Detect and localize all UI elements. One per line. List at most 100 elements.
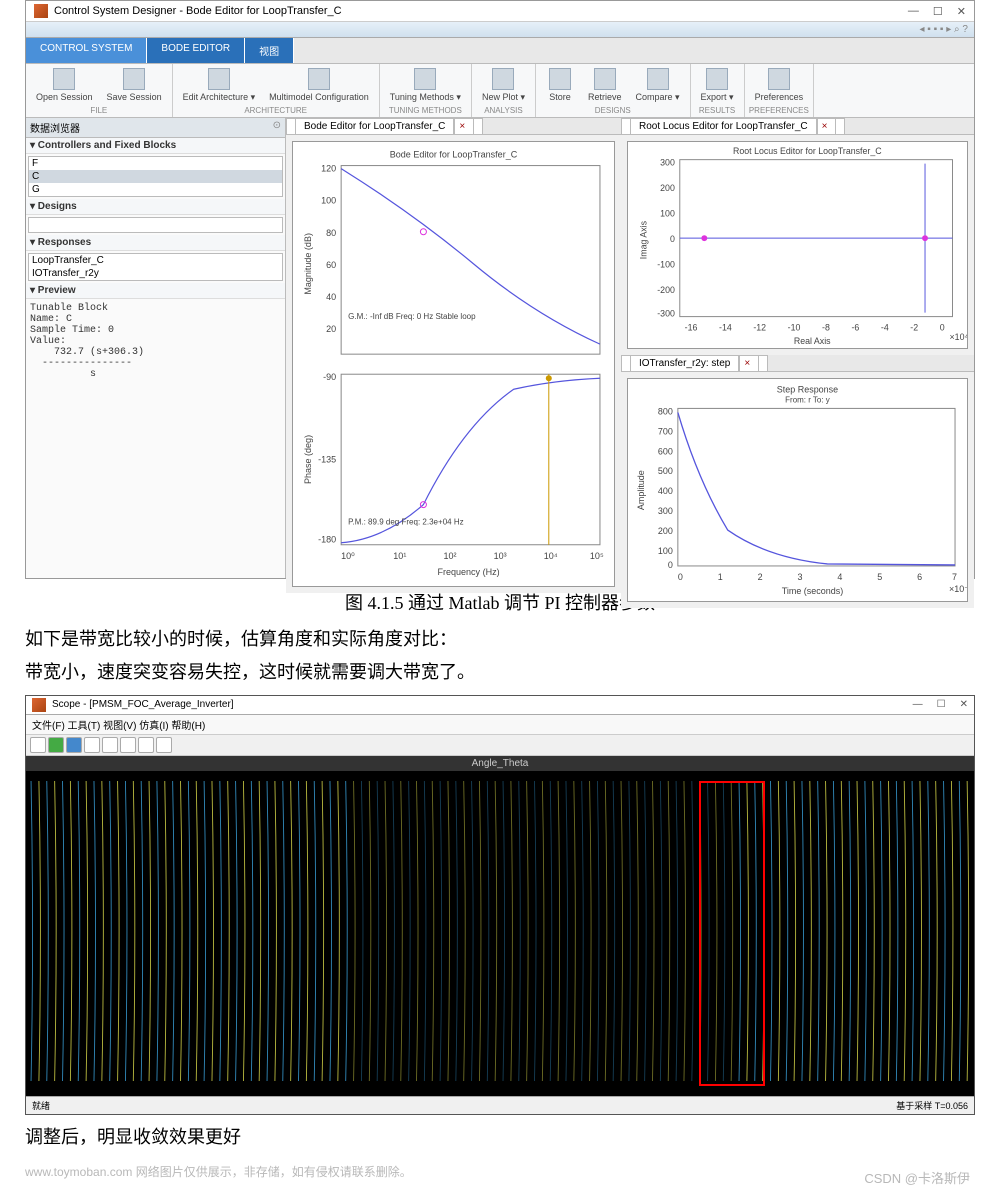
bode-tab[interactable]: Bode Editor for LoopTransfer_C× [286,118,483,134]
list-item[interactable]: IOTransfer_r2y [29,267,282,280]
scope-plot[interactable]: Angle_Theta [26,756,974,1096]
settings-button[interactable] [156,737,172,753]
svg-text:4: 4 [837,572,842,582]
controllers-section[interactable]: ▾ Controllers and Fixed Blocks [26,138,285,154]
save-session-button[interactable]: Save Session [101,66,168,105]
maximize-button[interactable]: ☐ [933,5,943,18]
svg-text:80: 80 [326,228,336,238]
svg-text:Root Locus Editor for LoopTran: Root Locus Editor for LoopTransfer_C [733,146,882,156]
svg-text:G.M.: -Inf dB Freq: 0 Hz Stabl: G.M.: -Inf dB Freq: 0 Hz Stable loop [348,312,476,321]
stop-button[interactable] [84,737,100,753]
svg-text:7: 7 [952,572,957,582]
tuning-methods-button[interactable]: Tuning Methods ▾ [384,66,467,105]
retrieve-icon [594,68,616,90]
step-tab[interactable]: IOTransfer_r2y: step× [621,355,768,371]
svg-text:From: r To: y: From: r To: y [785,395,830,404]
close-icon[interactable]: × [739,355,759,371]
zoom-button[interactable] [120,737,136,753]
maximize-button[interactable]: ☐ [937,699,946,710]
svg-text:-100: -100 [657,260,675,270]
tool-button[interactable] [138,737,154,753]
svg-text:700: 700 [658,426,673,436]
paragraph: 调整后，明显收敛效果更好 [25,1123,975,1152]
scope-title: Scope - [PMSM_FOC_Average_Inverter] [52,699,234,710]
svg-text:20: 20 [326,324,336,334]
tool-button[interactable] [30,737,46,753]
minimize-button[interactable]: — [913,699,923,710]
responses-section[interactable]: ▾ Responses [26,235,285,251]
rlocus-tab[interactable]: Root Locus Editor for LoopTransfer_C× [621,118,845,134]
scope-waveform [26,771,974,1091]
svg-text:P.M.: 89.9 deg Freq: 2.3e+04 H: P.M.: 89.9 deg Freq: 2.3e+04 Hz [348,518,463,527]
scope-menu[interactable]: 文件(F) 工具(T) 视图(V) 仿真(I) 帮助(H) [26,715,974,735]
new-plot-button[interactable]: New Plot ▾ [476,66,531,105]
toolstrip: Open Session Save Session FILE Edit Arch… [26,64,974,118]
tab-bode-editor[interactable]: BODE EDITOR [147,38,245,63]
step-button[interactable] [66,737,82,753]
compare-button[interactable]: Compare ▾ [630,66,686,105]
step-chart[interactable]: Step Response From: r To: y Amplitude 80… [627,378,968,602]
svg-text:-6: -6 [851,322,859,332]
save-icon [123,68,145,90]
svg-text:Time (seconds): Time (seconds) [782,586,843,596]
close-button[interactable]: ✕ [960,699,968,710]
svg-text:-180: -180 [318,535,336,545]
bode-chart[interactable]: Bode Editor for LoopTransfer_C Magnitude… [292,141,615,587]
svg-text:400: 400 [658,486,673,496]
preview-text: Tunable Block Name: C Sample Time: 0 Val… [26,299,285,578]
designs-list[interactable] [28,217,283,233]
svg-text:-12: -12 [753,322,766,332]
svg-text:-4: -4 [881,322,889,332]
list-item[interactable]: C [29,170,282,183]
svg-text:10⁰: 10⁰ [341,551,355,561]
svg-text:-2: -2 [910,322,918,332]
svg-text:300: 300 [658,506,673,516]
tool-button[interactable] [102,737,118,753]
list-item[interactable]: F [29,157,282,170]
paragraph: 如下是带宽比较小的时候，估算角度和实际角度对比： [25,625,975,654]
svg-text:Step Response: Step Response [777,384,838,394]
export-icon [706,68,728,90]
list-item[interactable]: LoopTransfer_C [29,254,282,267]
architecture-icon [208,68,230,90]
controllers-list[interactable]: F C G [28,156,283,197]
responses-list[interactable]: LoopTransfer_C IOTransfer_r2y [28,253,283,281]
svg-text:Phase (deg): Phase (deg) [303,435,313,484]
tab-view[interactable]: 视图 [245,38,294,63]
svg-text:-90: -90 [323,372,336,382]
multimodel-config-button[interactable]: Multimodel Configuration [263,66,375,105]
list-item[interactable]: G [29,183,282,196]
designs-section[interactable]: ▾ Designs [26,199,285,215]
preferences-button[interactable]: Preferences [749,66,810,105]
svg-text:300: 300 [660,158,675,168]
svg-text:200: 200 [658,526,673,536]
store-button[interactable]: Store [540,66,580,105]
csd-window: Control System Designer - Bode Editor fo… [25,0,975,579]
export-button[interactable]: Export ▾ [695,66,740,105]
edit-architecture-button[interactable]: Edit Architecture ▾ [177,66,262,105]
svg-text:10³: 10³ [494,551,507,561]
close-icon[interactable]: × [454,118,474,134]
work-area: 数据浏览器⊙ ▾ Controllers and Fixed Blocks F … [26,118,974,578]
preview-section[interactable]: ▾ Preview [26,283,285,299]
minimize-button[interactable]: — [908,5,919,18]
scope-statusbar: 就绪 基于采样 T=0.056 [26,1096,974,1114]
retrieve-button[interactable]: Retrieve [582,66,628,105]
svg-text:100: 100 [660,209,675,219]
tuning-icon [414,68,436,90]
data-browser: 数据浏览器⊙ ▾ Controllers and Fixed Blocks F … [26,118,286,578]
tab-control-system[interactable]: CONTROL SYSTEM [26,38,147,63]
svg-text:10⁵: 10⁵ [590,551,604,561]
status-right: 基于采样 T=0.056 [896,1099,968,1112]
open-session-button[interactable]: Open Session [30,66,99,105]
close-icon[interactable]: × [817,118,837,134]
browser-close-icon[interactable]: ⊙ [273,120,281,135]
run-button[interactable] [48,737,64,753]
store-icon [549,68,571,90]
svg-text:200: 200 [660,183,675,193]
rlocus-chart[interactable]: Root Locus Editor for LoopTransfer_C Ima… [627,141,968,349]
svg-text:100: 100 [658,546,673,556]
close-button[interactable]: ✕ [957,5,966,18]
qat-icons[interactable]: ◂ ▪ ▪ ▪ ▸ ⌕ ? [913,22,974,37]
svg-text:1: 1 [718,572,723,582]
